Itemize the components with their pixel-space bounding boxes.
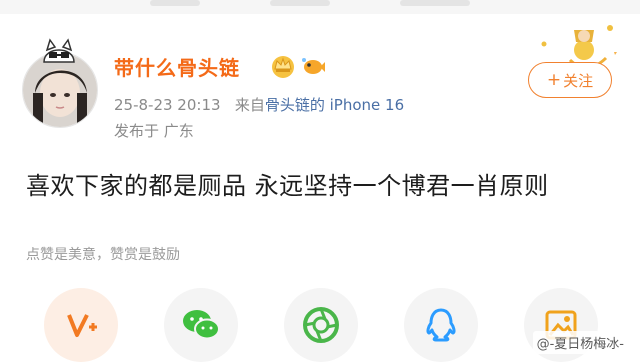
follow-label: 关注 (563, 71, 594, 90)
post-content: 喜欢下家的都是厕品 永远坚持一个博君一肖原则 (26, 172, 549, 200)
post-meta: 25-8-23 20:13 来自骨头链的 iPhone 16 (114, 94, 404, 115)
username[interactable]: 带什么骨头链 (114, 52, 240, 81)
post-timestamp: 25-8-23 20:13 (114, 96, 221, 114)
qq-share-button[interactable] (404, 288, 478, 362)
vip-reward-button[interactable] (44, 288, 118, 362)
source-prefix: 来自 (234, 96, 265, 114)
follow-button[interactable]: + 关注 (528, 62, 612, 98)
qq-icon (426, 308, 456, 342)
plus-icon: + (546, 70, 562, 90)
crown-badge-icon (272, 56, 294, 78)
wechat-icon (183, 310, 220, 340)
weibo-post: 带什么骨头链 25-8-23 20:13 来自骨头链的 iPhone 16 发布… (0, 14, 640, 362)
fish-badge-icon (302, 58, 325, 74)
reward-hint: 点赞是美意，赞赏是鼓励 (26, 247, 180, 263)
source-link[interactable]: 骨头链的 iPhone 16 (265, 96, 404, 114)
wechat-share-button[interactable] (164, 288, 238, 362)
v-plus-icon (67, 314, 97, 337)
moments-share-button[interactable] (284, 288, 358, 362)
post-location: 发布于 广东 (114, 122, 194, 140)
avatar-frame-cat-icon (43, 38, 75, 63)
watermark: @-夏日杨梅冰- (532, 331, 628, 354)
camera-aperture-icon (303, 307, 339, 343)
